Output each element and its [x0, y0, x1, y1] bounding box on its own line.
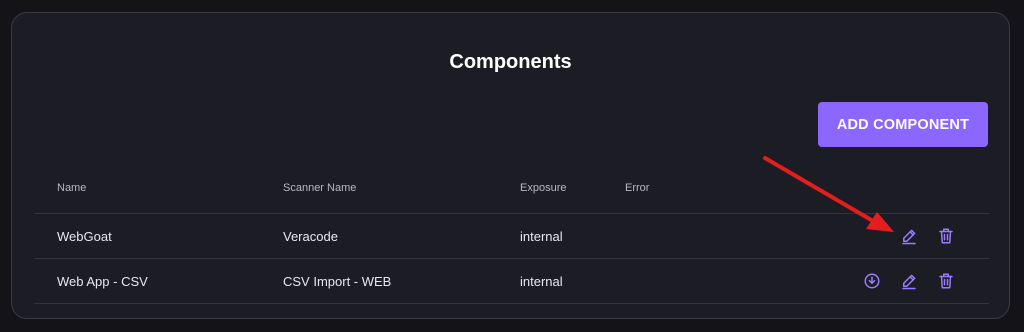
components-card: Components ADD COMPONENT Name Scanner Na… [11, 12, 1010, 319]
cell-scanner-name: CSV Import - WEB [283, 274, 392, 289]
download-circle-icon[interactable] [863, 272, 881, 290]
page-title: Components [449, 51, 572, 73]
cell-name: WebGoat [57, 229, 112, 244]
edit-pencil-icon[interactable] [900, 227, 918, 245]
cell-exposure: internal [520, 229, 563, 244]
row-divider [34, 258, 989, 259]
column-header-exposure: Exposure [520, 182, 567, 194]
column-header-error: Error [625, 182, 650, 194]
cell-exposure: internal [520, 274, 563, 289]
cell-scanner-name: Veracode [283, 229, 338, 244]
cell-name: Web App - CSV [57, 274, 148, 289]
delete-trash-icon[interactable] [937, 272, 955, 290]
edit-pencil-icon[interactable] [900, 272, 918, 290]
delete-trash-icon[interactable] [937, 227, 955, 245]
header-divider [34, 213, 989, 214]
column-header-scanner-name: Scanner Name [283, 182, 357, 194]
add-component-button[interactable]: ADD COMPONENT [818, 102, 988, 147]
row-divider [34, 303, 989, 304]
column-header-name: Name [57, 182, 87, 194]
